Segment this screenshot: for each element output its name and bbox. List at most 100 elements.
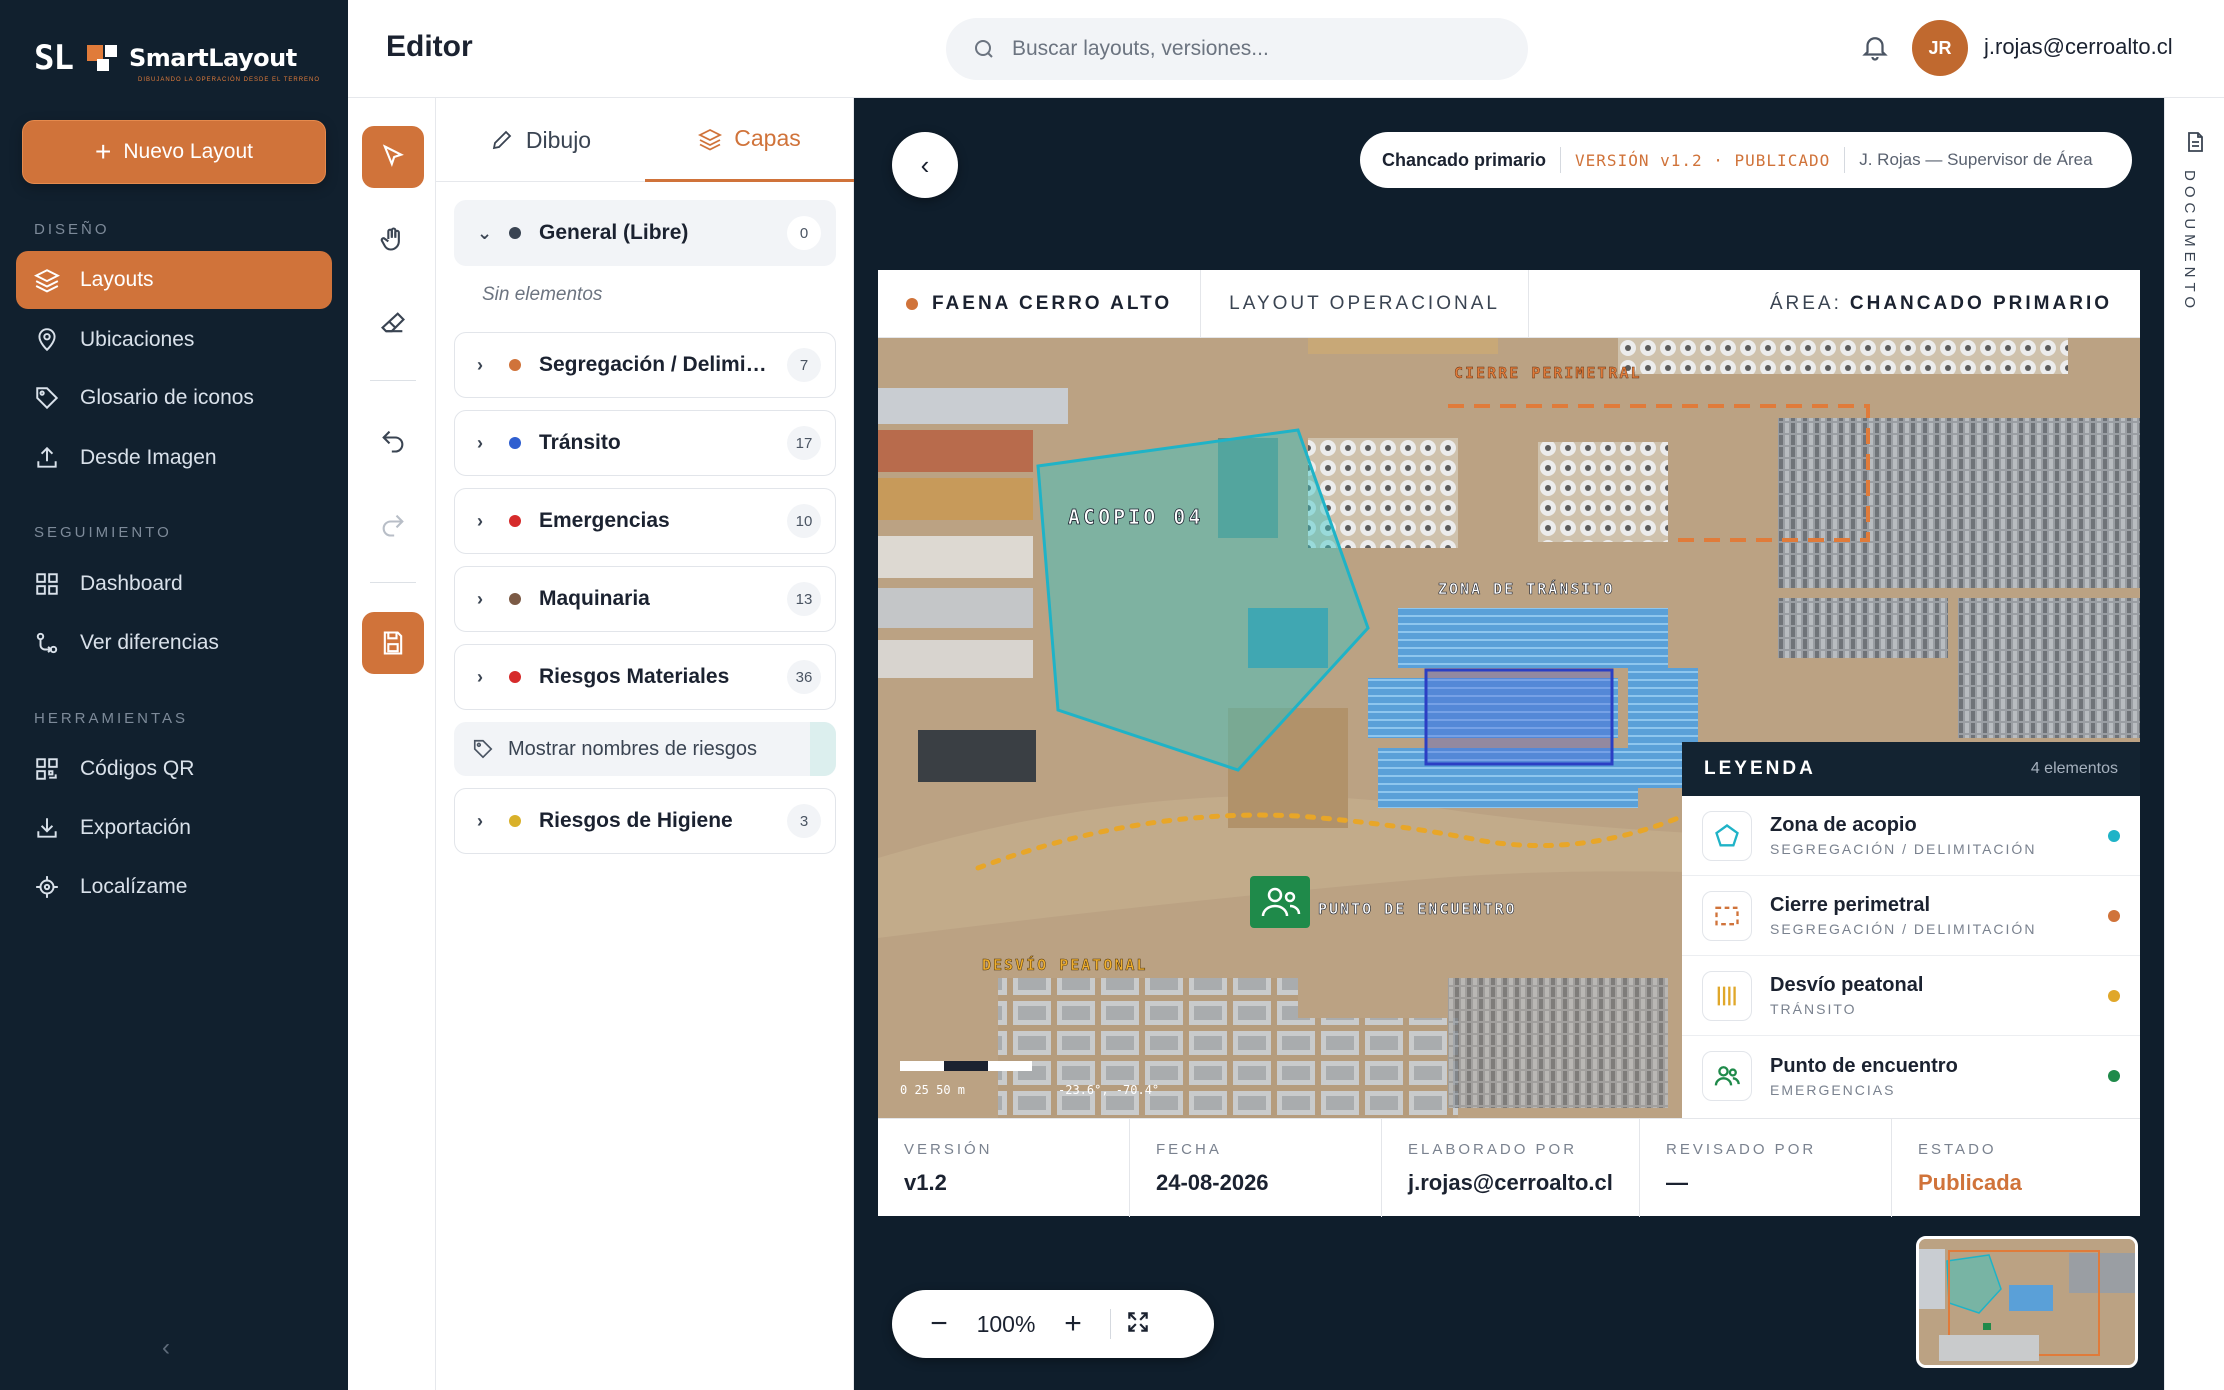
transit-zone-label: ZONA DE TRÁNSITO <box>1438 579 1615 598</box>
undo-button[interactable] <box>362 410 424 472</box>
sidebar-item-ver-diferencias[interactable]: Ver diferencias <box>16 614 332 672</box>
sidebar-item-label: Dashboard <box>80 572 183 595</box>
upload-icon <box>37 446 57 468</box>
sidebar-item-ubicaciones[interactable]: Ubicaciones <box>16 311 332 369</box>
sidebar-item-desde-imagen[interactable]: Desde Imagen <box>16 429 332 487</box>
show-risk-names-toggle[interactable]: Mostrar nombres de riesgos <box>454 722 836 776</box>
meeting-point-marker[interactable] <box>1250 876 1310 928</box>
diff-icon <box>36 632 58 654</box>
tab-capas[interactable]: Capas <box>645 98 854 182</box>
chevron-right-icon: › <box>477 354 483 375</box>
rail-divider <box>370 380 416 381</box>
redo-button[interactable] <box>362 494 424 556</box>
layers-panel: Dibujo Capas ⌄ General (Libre) 0 Sin ele… <box>436 98 854 1390</box>
legend-color-dot <box>2108 909 2120 922</box>
legend-item[interactable]: Cierre perimetral SEGREGACIÓN / DELIMITAC… <box>1682 876 2140 956</box>
sidebar-item-exportacion[interactable]: Exportación <box>16 799 332 857</box>
legend-item[interactable]: Zona de acopio SEGREGACIÓN / DELIMITACIÓN <box>1682 796 2140 876</box>
fit-screen-button[interactable] <box>1125 1309 1151 1340</box>
user-email[interactable]: j.rojas@cerroalto.cl <box>1984 34 2173 60</box>
layer-group-name: Segregación / Delimitación <box>539 353 769 376</box>
layer-group-transito[interactable]: › Tránsito 17 <box>454 410 836 476</box>
search-bar[interactable] <box>946 18 1528 80</box>
zoom-in-button[interactable]: + <box>1052 1307 1094 1341</box>
sidebar-item-localizame[interactable]: Localízame <box>16 858 332 916</box>
legend-panel: LEYENDA 4 elementos Zona de acopio SEGREG… <box>1682 742 2140 1118</box>
brand-mark: SL <box>34 38 74 78</box>
sidebar-item-dashboard[interactable]: Dashboard <box>16 555 332 613</box>
document-icon[interactable] <box>2183 130 2207 159</box>
document-rail[interactable]: DOCUMENTO <box>2164 98 2224 1390</box>
nav-section-diseno: DISEÑO <box>34 221 110 238</box>
save-button[interactable] <box>362 612 424 674</box>
pan-tool-button[interactable] <box>362 208 424 270</box>
avatar[interactable]: JR <box>1912 20 1968 76</box>
footer-date: FECHA 24-08-2026 <box>1130 1119 1382 1217</box>
grid-icon <box>36 573 58 595</box>
nav-section-seguimiento: SEGUIMIENTO <box>34 524 172 541</box>
sidebar-item-label: Exportación <box>80 816 191 839</box>
footer-author: ELABORADO POR j.rojas@cerroalto.cl <box>1382 1119 1640 1217</box>
layer-color-dot <box>509 227 521 239</box>
eraser-tool-button[interactable] <box>362 292 424 354</box>
sidebar-item-codigos-qr[interactable]: Códigos QR <box>16 740 332 798</box>
sidebar-item-layouts[interactable]: Layouts <box>16 251 332 309</box>
legend-color-dot <box>2108 829 2120 842</box>
editor-canvas[interactable]: ‹ Chancado primario VERSIÓN v1.2 · PUBLI… <box>854 98 2164 1390</box>
notifications-button[interactable] <box>1860 32 1892 64</box>
layer-group-name: Riesgos de Higiene <box>539 809 733 832</box>
zoom-out-button[interactable]: − <box>918 1307 960 1341</box>
search-input[interactable] <box>1012 37 1492 61</box>
layer-group-maquinaria[interactable]: › Maquinaria 13 <box>454 566 836 632</box>
layer-group-riesgos-higiene[interactable]: › Riesgos de Higiene 3 <box>454 788 836 854</box>
chevron-right-icon: › <box>477 588 483 609</box>
dashed-rect-icon <box>1715 906 1739 925</box>
sidebar-item-label: Ubicaciones <box>80 328 195 351</box>
layer-group-general[interactable]: ⌄ General (Libre) 0 <box>454 200 836 266</box>
layer-group-segregacion[interactable]: › Segregación / Delimitación 7 <box>454 332 836 398</box>
select-tool-button[interactable] <box>362 126 424 188</box>
chevron-left-icon: ‹ <box>920 149 930 180</box>
new-layout-button[interactable]: + Nuevo Layout <box>22 120 326 184</box>
cursor-icon <box>382 144 404 168</box>
redo-icon <box>382 514 404 537</box>
sidebar-item-label: Desde Imagen <box>80 446 217 469</box>
transit-zone-shape[interactable] <box>1424 668 1614 766</box>
rail-divider <box>370 582 416 583</box>
minimap[interactable] <box>1916 1236 2138 1368</box>
layer-group-emergencias[interactable]: › Emergencias 10 <box>454 488 836 554</box>
brand-squares-icon <box>86 41 121 75</box>
people-icon <box>1714 1066 1740 1086</box>
tab-dibujo[interactable]: Dibujo <box>436 98 645 182</box>
empty-layer-note: Sin elementos <box>482 284 603 305</box>
layer-group-name: General (Libre) <box>539 221 689 244</box>
layers-icon <box>698 128 723 151</box>
legend-item[interactable]: Desvío peatonal TRÁNSITO <box>1682 956 2140 1036</box>
sidebar-item-glosario[interactable]: Glosario de iconos <box>16 369 332 427</box>
layer-color-dot <box>509 515 521 527</box>
layer-count-badge: 3 <box>787 804 821 838</box>
expand-icon <box>1128 1311 1148 1332</box>
nav-section-herramientas: HERRAMIENTAS <box>34 710 189 727</box>
pencil-icon <box>492 130 512 150</box>
sidebar-item-label: Localízame <box>80 875 188 898</box>
layer-group-riesgos-materiales[interactable]: › Riesgos Materiales 36 <box>454 644 836 710</box>
perimeter-label: CIERRE PERIMETRAL <box>1454 364 1642 382</box>
layers-icon <box>34 269 60 293</box>
qr-icon <box>36 758 58 780</box>
brand-name: SmartLayout <box>128 44 297 72</box>
toggle-label: Mostrar nombres de riesgos <box>508 737 757 760</box>
layer-group-name: Riesgos Materiales <box>539 665 730 688</box>
legend-item[interactable]: Punto de encuentro EMERGENCIAS <box>1682 1036 2140 1116</box>
area-label: ÁREA: CHANCADO PRIMARIO <box>1769 292 2112 314</box>
aerial-map[interactable]: ACOPIO 04 ZONA DE TRÁNSITO CIERRE PERIME… <box>878 338 2140 1118</box>
zoom-controls: − 100% + <box>892 1290 1214 1358</box>
sidebar-item-label: Layouts <box>80 268 154 291</box>
hand-icon <box>380 227 400 251</box>
search-icon <box>975 40 993 58</box>
toggle-switch[interactable] <box>810 722 836 776</box>
brand-logo[interactable]: SL SmartLayout <box>34 38 297 78</box>
document-tab-label[interactable]: DOCUMENTO <box>2181 170 2198 313</box>
back-button[interactable]: ‹ <box>892 132 958 198</box>
collapse-sidebar-button[interactable]: ‹ <box>162 1334 170 1362</box>
